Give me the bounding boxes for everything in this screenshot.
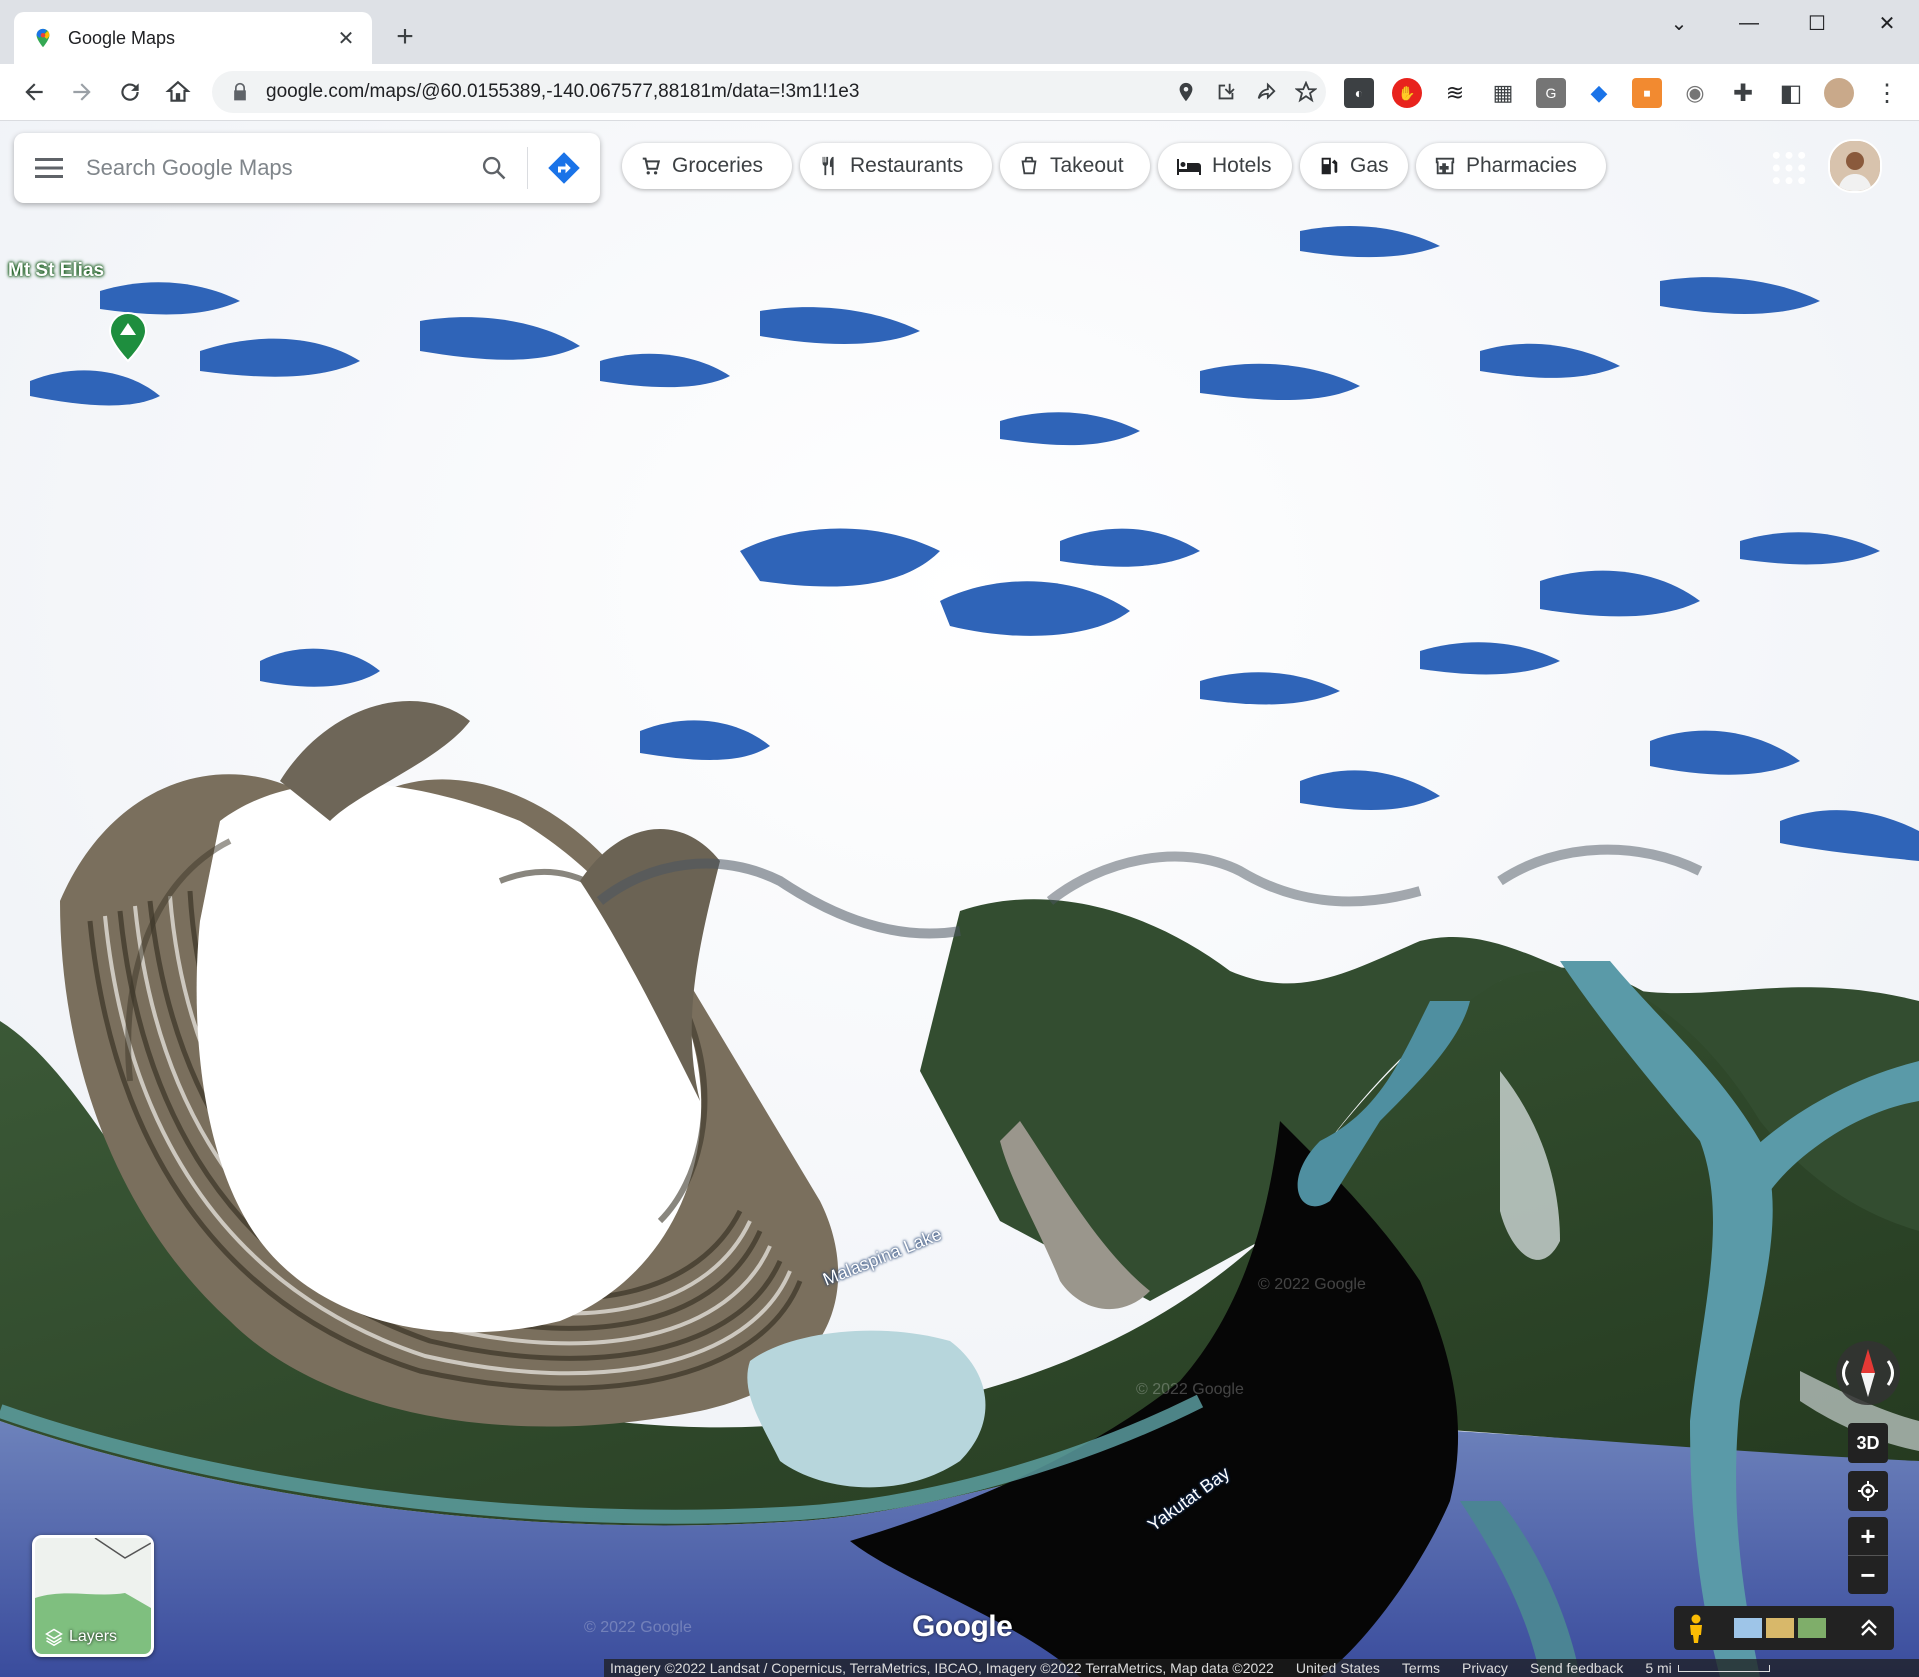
search-box: [14, 133, 600, 203]
gas-pump-icon: [1318, 155, 1340, 177]
url-text: google.com/maps/@60.0155389,-140.067577,…: [266, 81, 860, 102]
imagery-thumbnail-2[interactable]: [1766, 1618, 1794, 1638]
zoom-in-button[interactable]: +: [1848, 1517, 1888, 1555]
search-divider: [527, 147, 528, 189]
directions-button[interactable]: [536, 140, 592, 196]
chip-label: Restaurants: [850, 154, 964, 177]
diamond-extension-icon[interactable]: ◆: [1584, 78, 1614, 108]
scale-label[interactable]: 5 mi: [1645, 1660, 1671, 1676]
tab-close-icon[interactable]: ✕: [332, 24, 360, 52]
home-icon: [165, 80, 191, 102]
back-button[interactable]: [16, 74, 52, 110]
browser-tab[interactable]: Google Maps ✕: [14, 12, 372, 64]
directions-icon: [548, 152, 580, 184]
forward-button[interactable]: [64, 74, 100, 110]
bookmark-star-icon[interactable]: [1286, 72, 1326, 112]
forward-arrow-icon: [73, 83, 91, 101]
imagery-thumbnail-1[interactable]: [1734, 1618, 1762, 1638]
tab-search-icon[interactable]: ⌄: [1656, 10, 1702, 36]
browser-title-bar: Google Maps ✕ + ⌄ — ☐ ✕: [0, 0, 1919, 64]
3d-toggle-button[interactable]: 3D: [1848, 1423, 1888, 1463]
country-label[interactable]: United States: [1296, 1660, 1380, 1676]
location-icon[interactable]: [1166, 72, 1206, 112]
minimize-button[interactable]: —: [1726, 10, 1772, 36]
profile-avatar-icon[interactable]: [1824, 78, 1854, 108]
reload-icon: [121, 83, 139, 101]
map-watermark: © 2022 Google: [1136, 1381, 1244, 1398]
send-feedback-link[interactable]: Send feedback: [1530, 1660, 1623, 1676]
adblock-icon[interactable]: ✋: [1392, 78, 1422, 108]
place-label-mt-st-elias[interactable]: Mt St Elias: [8, 260, 104, 282]
g-extension-icon[interactable]: G: [1536, 78, 1566, 108]
search-input[interactable]: [84, 147, 469, 189]
chip-label: Gas: [1350, 154, 1389, 177]
google-logo: Google: [912, 1610, 1013, 1643]
google-maps-favicon-icon: [36, 28, 50, 48]
compass-icon: [1842, 1349, 1894, 1397]
google-apps-icon[interactable]: [1770, 149, 1808, 187]
search-icon: [482, 156, 506, 180]
chip-gas[interactable]: Gas: [1300, 143, 1408, 189]
street-view-bar: [1674, 1606, 1894, 1650]
side-panel-icon[interactable]: ◧: [1776, 78, 1806, 108]
satellite-map[interactable]: © 2022 Google © 2022 Google © 2022 Googl…: [0, 121, 1919, 1677]
hamburger-menu-icon: [35, 158, 63, 178]
install-app-icon[interactable]: [1206, 72, 1246, 112]
chip-label: Groceries: [672, 154, 764, 177]
bed-icon: [1176, 155, 1202, 177]
home-button[interactable]: [160, 74, 196, 110]
pharmacy-icon: [1434, 155, 1456, 177]
browser-toolbar: google.com/maps/@60.0155389,-140.067577,…: [0, 64, 1919, 121]
share-icon[interactable]: [1246, 72, 1286, 112]
chip-takeout[interactable]: Takeout: [1000, 143, 1150, 189]
my-location-icon: [1858, 1481, 1878, 1501]
layers-button[interactable]: Layers: [32, 1535, 154, 1657]
chip-label: Takeout: [1050, 154, 1124, 177]
chip-label: Pharmacies: [1466, 154, 1577, 177]
map-footer: Imagery ©2022 Landsat / Copernicus, Terr…: [604, 1659, 1919, 1677]
compass-control[interactable]: [1836, 1341, 1900, 1405]
chrome-menu-icon[interactable]: ⋮: [1872, 78, 1902, 108]
back-arrow-icon: [25, 83, 43, 101]
extensions-puzzle-icon[interactable]: ✚: [1728, 78, 1758, 108]
orange-extension-icon[interactable]: ◼: [1632, 78, 1662, 108]
pegman-icon[interactable]: [1686, 1614, 1706, 1644]
address-bar[interactable]: google.com/maps/@60.0155389,-140.067577,…: [212, 71, 1326, 113]
account-avatar[interactable]: [1828, 139, 1882, 193]
layers-icon: [45, 1628, 63, 1646]
map-watermark: © 2022 Google: [1258, 1276, 1366, 1293]
new-tab-button[interactable]: +: [388, 20, 422, 54]
privacy-link[interactable]: Privacy: [1462, 1660, 1508, 1676]
maximize-button[interactable]: ☐: [1794, 10, 1840, 36]
chip-hotels[interactable]: Hotels: [1158, 143, 1292, 189]
menu-button[interactable]: [14, 133, 84, 203]
fork-knife-icon: [818, 154, 840, 178]
scale-bar[interactable]: [1677, 1664, 1770, 1672]
extension-icon-1[interactable]: ◐: [1344, 78, 1374, 108]
imagery-thumbnail-3[interactable]: [1798, 1618, 1826, 1638]
chip-groceries[interactable]: Groceries: [622, 143, 792, 189]
chip-pharmacies[interactable]: Pharmacies: [1416, 143, 1606, 189]
chip-label: Hotels: [1212, 154, 1272, 177]
layers-extension-icon[interactable]: ≋: [1440, 78, 1470, 108]
cart-icon: [640, 155, 662, 177]
grid-extension-icon[interactable]: ▦: [1488, 78, 1518, 108]
zoom-out-button[interactable]: −: [1848, 1555, 1888, 1594]
terms-link[interactable]: Terms: [1402, 1660, 1440, 1676]
satellite-imagery[interactable]: [0, 121, 1919, 1677]
chip-restaurants[interactable]: Restaurants: [800, 143, 992, 189]
expand-chevron-icon[interactable]: [1858, 1616, 1880, 1640]
search-button[interactable]: [469, 143, 519, 193]
map-watermark: © 2022 Google: [584, 1619, 692, 1636]
tab-title: Google Maps: [68, 27, 176, 48]
layers-label: Layers: [45, 1628, 117, 1646]
lock-icon: [234, 82, 246, 101]
user-avatar-icon: [1830, 141, 1880, 191]
my-location-button[interactable]: [1848, 1471, 1888, 1511]
reload-button[interactable]: [112, 74, 148, 110]
close-window-button[interactable]: ✕: [1864, 10, 1910, 36]
imagery-attribution: Imagery ©2022 Landsat / Copernicus, Terr…: [610, 1660, 1274, 1676]
takeout-bag-icon: [1018, 155, 1040, 177]
camera-extension-icon[interactable]: ◉: [1680, 78, 1710, 108]
